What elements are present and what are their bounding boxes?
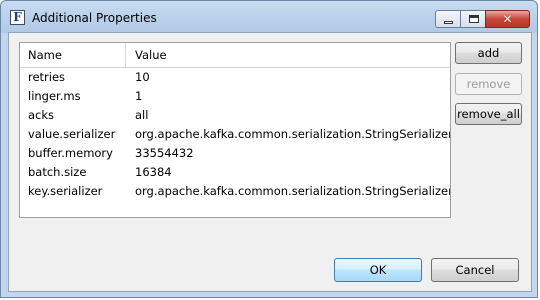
minimize-button[interactable]	[435, 10, 461, 28]
property-name-cell[interactable]: linger.ms	[28, 87, 81, 106]
table-row[interactable]: buffer.memory 33554432	[20, 144, 450, 163]
property-name-cell[interactable]: acks	[28, 106, 54, 125]
table-header: Name Value	[20, 43, 450, 68]
add-button[interactable]: add	[455, 42, 522, 64]
cancel-button[interactable]: Cancel	[431, 258, 519, 282]
property-value-cell[interactable]: 33554432	[135, 144, 194, 163]
column-header-value[interactable]: Value	[126, 43, 446, 67]
table-row[interactable]: retries 10	[20, 68, 450, 87]
window-title: Additional Properties	[32, 11, 157, 25]
property-name-cell[interactable]: retries	[28, 68, 65, 87]
additional-properties-dialog: F Additional Properties ✕ Name Value ret…	[0, 0, 538, 298]
maximize-button[interactable]	[460, 10, 486, 28]
table-row[interactable]: batch.size 16384	[20, 163, 450, 182]
property-name-cell[interactable]: value.serializer	[28, 125, 115, 144]
table-row[interactable]: acks all	[20, 106, 450, 125]
title-bar[interactable]: F Additional Properties ✕	[1, 1, 537, 33]
property-name-cell[interactable]: buffer.memory	[28, 144, 113, 163]
table-body: retries 10 linger.ms 1 acks all value.se…	[20, 68, 450, 201]
close-button[interactable]: ✕	[485, 10, 530, 28]
maximize-icon	[469, 15, 479, 23]
property-name-cell[interactable]: batch.size	[28, 163, 86, 182]
remove-button[interactable]: remove	[455, 73, 522, 95]
dialog-content: Name Value retries 10 linger.ms 1 acks a…	[8, 32, 532, 292]
property-name-cell[interactable]: key.serializer	[28, 182, 102, 201]
column-header-name[interactable]: Name	[20, 43, 126, 67]
minimize-icon	[444, 21, 453, 24]
property-value-cell[interactable]: 1	[135, 87, 142, 106]
table-row[interactable]: linger.ms 1	[20, 87, 450, 106]
close-icon: ✕	[502, 12, 513, 26]
properties-table[interactable]: Name Value retries 10 linger.ms 1 acks a…	[19, 42, 451, 218]
table-row[interactable]: value.serializer org.apache.kafka.common…	[20, 125, 450, 144]
app-logo-icon: F	[10, 10, 25, 25]
table-row[interactable]: key.serializer org.apache.kafka.common.s…	[20, 182, 450, 201]
remove-all-button[interactable]: remove_all	[455, 103, 522, 125]
property-value-cell[interactable]: 16384	[135, 163, 172, 182]
property-value-cell[interactable]: 10	[135, 68, 150, 87]
property-value-cell[interactable]: org.apache.kafka.common.serialization.St…	[135, 125, 450, 144]
property-value-cell[interactable]: all	[135, 106, 148, 125]
ok-button[interactable]: OK	[334, 258, 422, 282]
property-value-cell[interactable]: org.apache.kafka.common.serialization.St…	[135, 182, 450, 201]
